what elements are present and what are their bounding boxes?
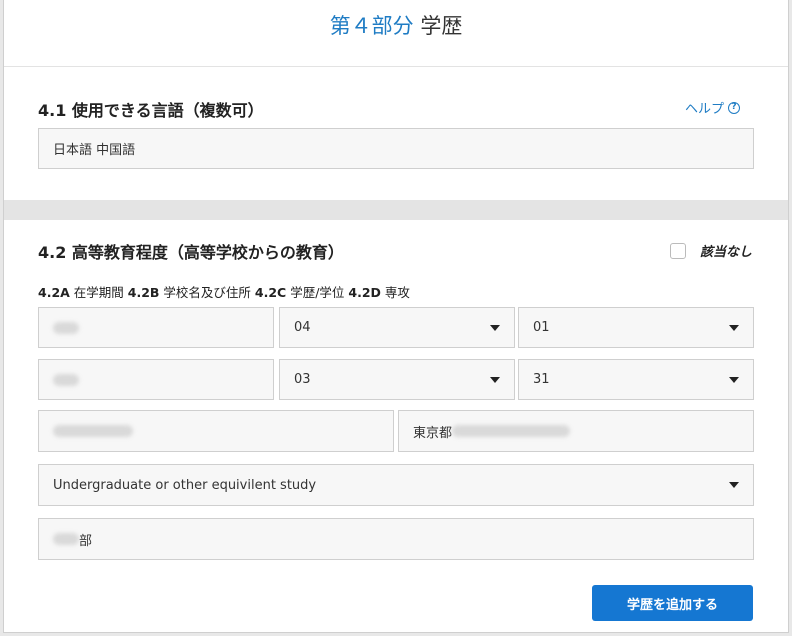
end-year-input[interactable]: [38, 359, 274, 400]
dropdown-arrow-icon: [490, 376, 500, 383]
redacted-address: [452, 425, 571, 437]
dropdown-arrow-icon: [729, 324, 739, 331]
education-subheader: 4.2A 在学期間 4.2B 学校名及び住所 4.2C 学歴/学位 4.2D 専…: [38, 282, 410, 301]
divider: [4, 66, 788, 67]
redacted-major: [53, 533, 79, 545]
languages-heading: 4.1 使用できる言語（複数可）: [38, 101, 264, 120]
end-day-value: 31: [533, 372, 550, 387]
degree-select[interactable]: Undergraduate or other equivilent study: [38, 464, 754, 506]
major-input[interactable]: 部: [38, 518, 754, 560]
end-month-select[interactable]: 03: [279, 359, 515, 400]
school-address-input[interactable]: 東京都: [398, 410, 754, 452]
form-panel: 第４部分 学歴 4.1 使用できる言語（複数可） ヘルプ ? 日本語 中国語 4…: [3, 0, 789, 633]
school-name-input[interactable]: [38, 410, 394, 452]
languages-input[interactable]: 日本語 中国語: [38, 128, 754, 169]
page-title-text: 学歴: [420, 14, 463, 38]
subheader-a-text: 在学期間: [69, 285, 128, 300]
page-title-accent: 第４部分: [329, 14, 414, 38]
help-label: ヘルプ: [684, 102, 724, 117]
section-separator: [4, 200, 788, 220]
address-prefix: 東京都: [413, 425, 453, 441]
dropdown-arrow-icon: [729, 482, 739, 488]
dropdown-arrow-icon: [490, 324, 500, 331]
start-year-input[interactable]: [38, 307, 274, 348]
major-suffix: 部: [79, 533, 93, 549]
end-day-select[interactable]: 31: [518, 359, 754, 400]
subheader-c-text: 学歴/学位: [286, 285, 349, 300]
subheader-b-code: 4.2B: [127, 285, 160, 300]
start-month-value: 04: [294, 320, 311, 335]
redacted-start-year: [53, 321, 79, 334]
add-education-button[interactable]: 学歴を追加する: [592, 585, 753, 621]
redacted-school-name: [53, 425, 133, 437]
start-day-value: 01: [533, 320, 550, 335]
question-circle-icon: ?: [728, 101, 740, 114]
start-day-select[interactable]: 01: [518, 307, 754, 348]
subheader-b-text: 学校名及び住所: [159, 285, 255, 300]
degree-value: Undergraduate or other equivilent study: [53, 477, 317, 493]
redacted-end-year: [53, 373, 79, 386]
start-month-select[interactable]: 04: [279, 307, 515, 348]
help-link[interactable]: ヘルプ ?: [685, 98, 740, 117]
not-applicable-label: 該当なし: [699, 245, 752, 260]
page-title: 第４部分 学歴: [4, 10, 788, 40]
subheader-c-code: 4.2C: [254, 285, 287, 300]
not-applicable-checkbox[interactable]: [669, 242, 686, 259]
education-heading: 4.2 高等教育程度（高等学校からの教育）: [38, 243, 344, 262]
end-month-value: 03: [294, 372, 311, 387]
subheader-d-text: 専攻: [380, 285, 410, 300]
dropdown-arrow-icon: [729, 376, 739, 383]
languages-value: 日本語 中国語: [53, 143, 136, 158]
subheader-a-code: 4.2A: [38, 285, 70, 300]
subheader-d-code: 4.2D: [348, 285, 381, 300]
not-applicable-option[interactable]: 該当なし: [669, 241, 752, 260]
